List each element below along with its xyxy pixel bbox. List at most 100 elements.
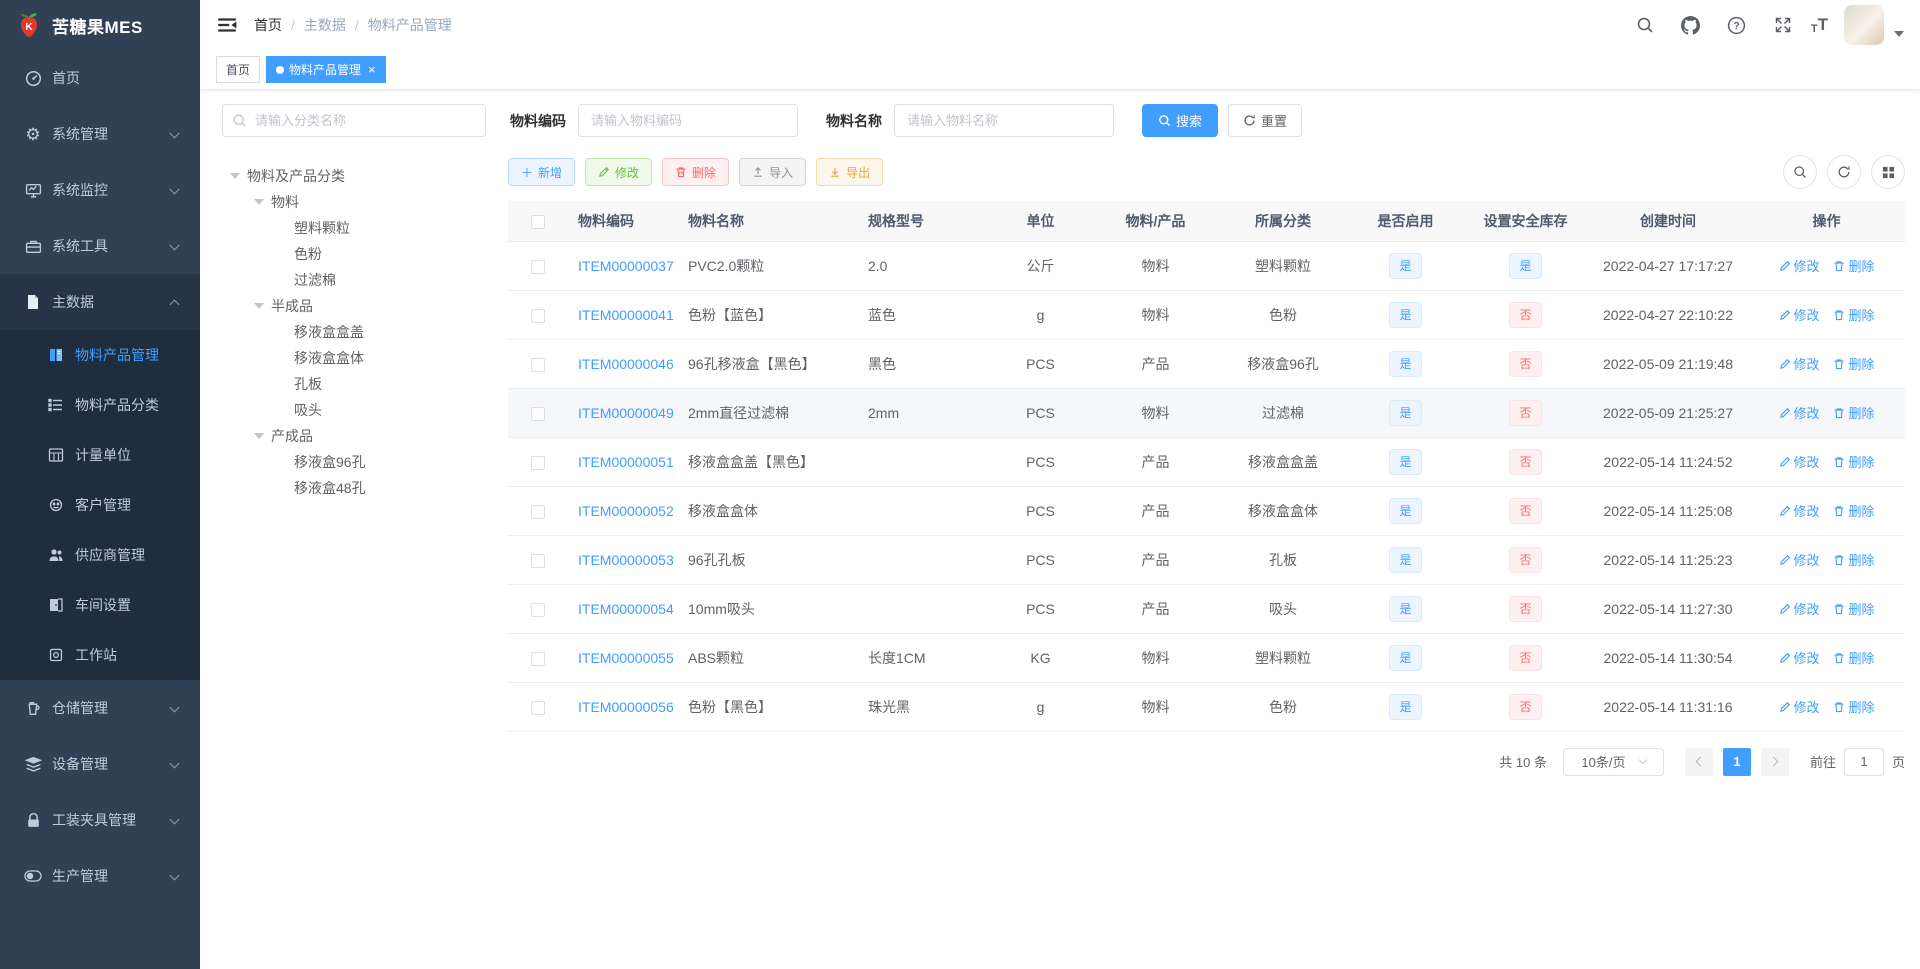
row-checkbox[interactable] — [531, 357, 545, 372]
close-icon[interactable]: × — [368, 63, 376, 76]
delete-button[interactable]: 删除 — [662, 158, 730, 186]
row-edit-link[interactable]: 修改 — [1779, 697, 1820, 716]
tab-home[interactable]: 首页 — [216, 56, 261, 83]
tree-node-leaf[interactable]: 移液盒盒盖 — [222, 319, 486, 345]
row-edit-link[interactable]: 修改 — [1779, 305, 1820, 324]
tree-node-leaf[interactable]: 色粉 — [222, 241, 486, 267]
sidebar-item-supplier-mgmt[interactable]: 供应商管理 — [0, 530, 200, 580]
import-button[interactable]: 导入 — [739, 158, 807, 186]
item-code-link[interactable]: ITEM00000053 — [578, 552, 674, 568]
sidebar-item-fixture-mgmt[interactable]: 工装夹具管理 — [0, 792, 200, 848]
row-delete-link[interactable]: 删除 — [1833, 648, 1874, 667]
tree-node-leaf[interactable]: 塑料颗粒 — [222, 215, 486, 241]
avatar[interactable] — [1844, 5, 1884, 45]
item-code-link[interactable]: ITEM00000054 — [578, 601, 674, 617]
row-delete-link[interactable]: 删除 — [1833, 550, 1874, 569]
show-search-button[interactable] — [1783, 155, 1817, 189]
row-edit-link[interactable]: 修改 — [1779, 599, 1820, 618]
tree-node-leaf[interactable]: 过滤棉 — [222, 267, 486, 293]
tree-search-input[interactable] — [222, 104, 486, 137]
logo[interactable]: K 苦糖果MES — [0, 0, 200, 50]
row-delete-link[interactable]: 删除 — [1833, 697, 1874, 716]
reset-button[interactable]: 重置 — [1228, 104, 1303, 137]
sidebar-item-system-tools[interactable]: 系统工具 — [0, 218, 200, 274]
row-checkbox[interactable] — [531, 651, 545, 666]
item-code-link[interactable]: ITEM00000037 — [578, 258, 674, 274]
row-edit-link[interactable]: 修改 — [1779, 648, 1820, 667]
tree-node-finished[interactable]: 产成品 — [222, 423, 486, 449]
next-page-button[interactable] — [1760, 747, 1789, 776]
edit-button[interactable]: 修改 — [585, 158, 653, 186]
tree-node-leaf[interactable]: 移液盒96孔 — [222, 449, 486, 475]
sidebar-item-material-product-category[interactable]: 物料产品分类 — [0, 380, 200, 430]
prev-page-button[interactable] — [1684, 747, 1713, 776]
sidebar-item-production-mgmt[interactable]: 生产管理 — [0, 848, 200, 904]
tree-node-root[interactable]: 物料及产品分类 — [222, 163, 486, 189]
row-checkbox[interactable] — [531, 455, 545, 470]
row-delete-link[interactable]: 删除 — [1833, 305, 1874, 324]
menu-fold-icon[interactable] — [216, 14, 238, 36]
row-checkbox[interactable] — [531, 259, 545, 274]
tree-node-leaf[interactable]: 孔板 — [222, 371, 486, 397]
sidebar-item-warehouse-mgmt[interactable]: 仓储管理 — [0, 680, 200, 736]
item-code-link[interactable]: ITEM00000046 — [578, 356, 674, 372]
sidebar-item-system-monitor[interactable]: 系统监控 — [0, 162, 200, 218]
search-icon[interactable] — [1627, 7, 1663, 43]
item-code-link[interactable]: ITEM00000055 — [578, 650, 674, 666]
item-code-link[interactable]: ITEM00000041 — [578, 307, 674, 323]
row-delete-link[interactable]: 删除 — [1833, 452, 1874, 471]
export-button[interactable]: 导出 — [816, 158, 884, 186]
tree-node-semifinished[interactable]: 半成品 — [222, 293, 486, 319]
item-code-link[interactable]: ITEM00000056 — [578, 699, 674, 715]
search-button[interactable]: 搜索 — [1142, 104, 1219, 137]
sidebar-item-material-product-mgmt[interactable]: 物料产品管理 — [0, 330, 200, 380]
refresh-button[interactable] — [1827, 155, 1861, 189]
sidebar-item-master-data[interactable]: 主数据 — [0, 274, 200, 330]
row-delete-link[interactable]: 删除 — [1833, 403, 1874, 422]
fullscreen-icon[interactable] — [1765, 7, 1801, 43]
sidebar-item-workshop-settings[interactable]: 车间设置 — [0, 580, 200, 630]
tree-node-leaf[interactable]: 吸头 — [222, 397, 486, 423]
row-edit-link[interactable]: 修改 — [1779, 550, 1820, 569]
row-delete-link[interactable]: 删除 — [1833, 501, 1874, 520]
material-name-input[interactable] — [894, 104, 1114, 137]
select-all-checkbox[interactable] — [531, 214, 545, 229]
goto-page-input[interactable] — [1843, 747, 1884, 776]
row-checkbox[interactable] — [531, 602, 545, 617]
columns-button[interactable] — [1871, 155, 1905, 189]
breadcrumb-home[interactable]: 首页 — [254, 15, 282, 35]
material-code-input[interactable] — [578, 104, 798, 137]
font-size-icon[interactable]: TT — [1811, 15, 1828, 35]
tree-node-material[interactable]: 物料 — [222, 189, 486, 215]
current-page-button[interactable]: 1 — [1722, 747, 1751, 776]
tree-node-leaf[interactable]: 移液盒48孔 — [222, 475, 486, 501]
item-code-link[interactable]: ITEM00000051 — [578, 454, 674, 470]
row-delete-link[interactable]: 删除 — [1833, 354, 1874, 373]
page-size-select[interactable]: 10条/页 — [1562, 747, 1664, 776]
sidebar-item-home[interactable]: 首页 — [0, 50, 200, 106]
add-button[interactable]: ＋ 新增 — [508, 158, 576, 186]
sidebar-item-system-mgmt[interactable]: ⚙ 系统管理 — [0, 106, 200, 162]
row-checkbox[interactable] — [531, 553, 545, 568]
row-edit-link[interactable]: 修改 — [1779, 256, 1820, 275]
sidebar-item-customer-mgmt[interactable]: 客户管理 — [0, 480, 200, 530]
item-code-link[interactable]: ITEM00000049 — [578, 405, 674, 421]
sidebar-item-workstation[interactable]: 工作站 — [0, 630, 200, 680]
row-edit-link[interactable]: 修改 — [1779, 501, 1820, 520]
row-checkbox[interactable] — [531, 504, 545, 519]
tab-material-product-mgmt[interactable]: 物料产品管理 × — [266, 56, 386, 83]
row-checkbox[interactable] — [531, 700, 545, 715]
row-edit-link[interactable]: 修改 — [1779, 354, 1820, 373]
row-delete-link[interactable]: 删除 — [1833, 599, 1874, 618]
sidebar-item-device-mgmt[interactable]: 设备管理 — [0, 736, 200, 792]
row-edit-link[interactable]: 修改 — [1779, 403, 1820, 422]
help-icon[interactable]: ? — [1719, 7, 1755, 43]
github-icon[interactable] — [1673, 7, 1709, 43]
row-delete-link[interactable]: 删除 — [1833, 256, 1874, 275]
caret-down-icon[interactable] — [1894, 31, 1904, 37]
sidebar-item-measure-unit[interactable]: 计量单位 — [0, 430, 200, 480]
row-checkbox[interactable] — [531, 308, 545, 323]
row-checkbox[interactable] — [531, 406, 545, 421]
row-edit-link[interactable]: 修改 — [1779, 452, 1820, 471]
item-code-link[interactable]: ITEM00000052 — [578, 503, 674, 519]
